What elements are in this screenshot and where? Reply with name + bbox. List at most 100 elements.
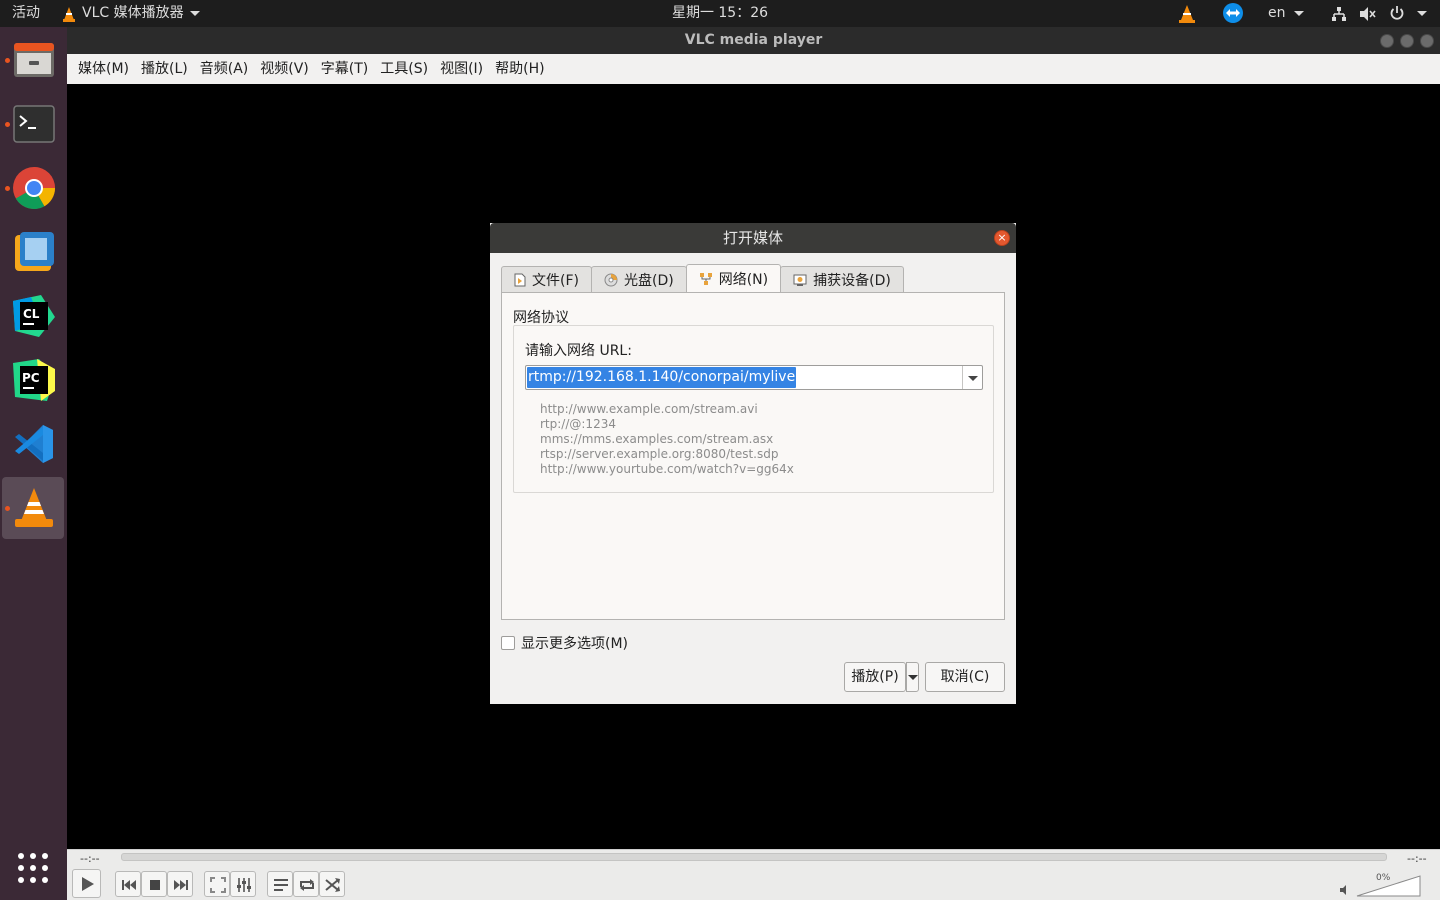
url-example: http://www.example.com/stream.avi [540,402,758,416]
show-more-options-checkbox[interactable] [501,636,515,650]
menu-media[interactable]: 媒体(M) [72,54,135,84]
dialog-close-button[interactable]: × [994,230,1010,246]
url-example: http://www.yourtube.com/watch?v=gg64x [540,462,794,476]
tab-file[interactable]: 文件(F) [501,266,592,292]
play-icon [82,877,94,891]
previous-button[interactable] [115,871,141,897]
menu-video[interactable]: 视频(V) [254,54,315,84]
app-menu-label: VLC 媒体播放器 [82,5,184,21]
previous-icon [122,880,136,890]
seek-bar[interactable] [121,853,1387,861]
running-indicator [5,122,10,127]
capture-device-icon [793,274,807,286]
vlc-icon [63,6,75,22]
svg-text:CL: CL [23,307,40,321]
shuffle-icon [325,878,340,892]
app-menu[interactable]: VLC 媒体播放器 [62,0,200,27]
vlc-icon [15,488,53,527]
top-bar: 星期一 15：26 活动 VLC 媒体播放器 en [0,0,1440,27]
shuffle-button[interactable] [319,871,345,897]
volume-slider[interactable]: 0% [1356,873,1421,897]
stop-icon [150,880,160,890]
menu-view[interactable]: 视图(I) [434,54,489,84]
tab-network[interactable]: 网络(N) [685,264,782,292]
chevron-down-icon [189,11,200,16]
dock-virtualbox[interactable] [2,221,64,283]
dock: CL PC [0,27,67,900]
fullscreen-button[interactable] [204,871,230,897]
close-button[interactable] [1420,34,1434,48]
cancel-button[interactable]: 取消(C) [925,662,1005,692]
loop-icon [300,879,314,891]
terminal-icon [13,105,55,143]
activities-button[interactable]: 活动 [12,0,40,27]
menu-audio[interactable]: 音频(A) [194,54,255,84]
play-button[interactable]: 播放(P) [844,662,906,692]
window-titlebar[interactable]: VLC media player [67,27,1440,54]
playlist-icon [274,879,288,891]
tab-disc[interactable]: 光盘(D) [590,266,687,292]
stop-button[interactable] [141,871,167,897]
show-apps-icon[interactable] [17,852,49,888]
menu-help[interactable]: 帮助(H) [489,54,550,84]
language-indicator[interactable]: en [1268,0,1304,27]
play-dropdown-button[interactable] [906,662,919,692]
dock-pycharm[interactable]: PC [2,349,64,411]
dock-terminal[interactable] [2,93,64,155]
menu-tools[interactable]: 工具(S) [374,54,434,84]
extended-settings-button[interactable] [230,871,256,897]
dock-files[interactable] [2,29,64,91]
url-example: rtsp://server.example.org:8080/test.sdp [540,447,779,461]
show-more-options[interactable]: 显示更多选项(M) [501,633,628,653]
maximize-button[interactable] [1400,34,1414,48]
network-protocol-heading: 网络协议 [513,310,569,326]
network-protocol-group: 请输入网络 URL: rtmp://192.168.1.140/conorpai… [513,325,994,493]
next-button[interactable] [167,871,193,897]
chevron-down-icon [1293,10,1304,16]
elapsed-time: --:-- [80,852,100,865]
running-indicator [5,186,10,191]
files-icon [14,43,54,77]
pycharm-icon: PC [13,359,55,401]
power-menu[interactable] [1389,0,1428,27]
virtualbox-icon [15,232,54,271]
running-indicator [5,58,10,63]
speaker-icon[interactable] [1339,884,1351,896]
running-indicator [5,506,10,511]
disc-icon [604,273,618,286]
remaining-time: --:-- [1407,852,1427,865]
dock-vlc[interactable] [2,477,64,539]
volume-muted-icon[interactable] [1359,0,1377,27]
tab-capture-device[interactable]: 捕获设备(D) [780,266,904,292]
url-dropdown-button[interactable] [962,366,982,389]
url-example: mms://mms.examples.com/stream.asx [540,432,774,446]
dock-vscode[interactable] [2,413,64,475]
network-icon [699,272,712,285]
dialog-title: 打开媒体 [722,229,783,247]
dialog-titlebar[interactable]: 打开媒体 × [490,223,1016,253]
menu-subtitle[interactable]: 字幕(T) [315,54,374,84]
chrome-icon [13,167,56,210]
menu-playback[interactable]: 播放(L) [135,54,194,84]
tab-bar: 文件(F) 光盘(D) 网络(N) 捕获设备(D) [501,264,904,292]
url-combobox[interactable]: rtmp://192.168.1.140/conorpai/mylive [525,365,983,390]
minimize-button[interactable] [1380,34,1394,48]
dock-chrome[interactable] [2,157,64,219]
playlist-button[interactable] [267,871,293,897]
equalizer-icon [237,878,251,892]
play-button[interactable] [72,869,101,898]
url-examples: http://www.example.com/stream.avi rtp://… [540,402,794,477]
network-tab-panel: 网络协议 请输入网络 URL: rtmp://192.168.1.140/con… [501,292,1005,620]
url-label: 请输入网络 URL: [525,343,632,359]
clion-icon: CL [13,295,55,337]
clock[interactable]: 星期一 15：26 [672,5,768,21]
vscode-icon [15,425,53,463]
vlc-tray-icon[interactable] [1178,0,1196,27]
teamviewer-icon[interactable] [1222,0,1244,27]
chevron-down-icon [968,376,978,381]
next-icon [174,880,188,890]
dock-clion[interactable]: CL [2,285,64,347]
loop-button[interactable] [293,871,319,897]
chevron-down-icon [1417,10,1428,16]
network-icon[interactable] [1331,0,1347,27]
